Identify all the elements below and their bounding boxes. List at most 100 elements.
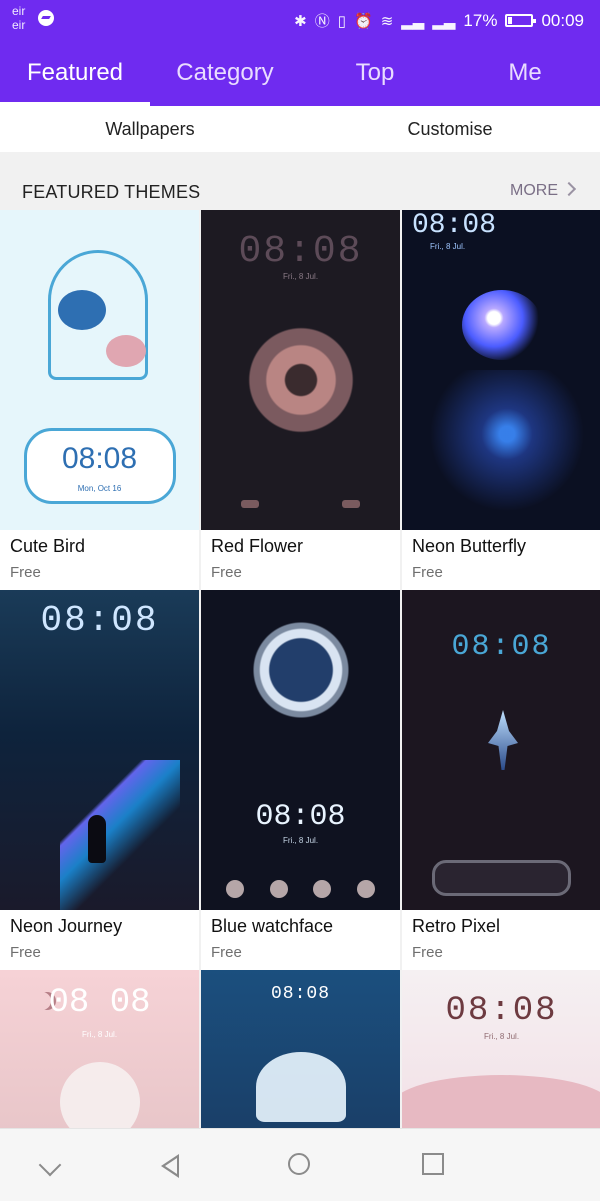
theme-card[interactable]: 08:08 Fri., 8 Jul. Red Flower Free — [201, 210, 400, 590]
carrier-line: eir — [12, 18, 26, 32]
theme-name: Red Flower — [211, 536, 304, 556]
theme-name: Blue watchface — [211, 916, 334, 936]
theme-thumbnail[interactable]: 08:08 Fri., 8 Jul. — [402, 210, 600, 530]
chevron-down-icon[interactable] — [36, 1151, 66, 1181]
theme-thumbnail[interactable]: 08:08 — [201, 970, 400, 1132]
thumbnail-clock: 08:08 — [445, 992, 558, 1030]
theme-price: Free — [211, 564, 242, 581]
tab-label: Category — [176, 59, 274, 86]
thumbnail-date: Fri., 8 Jul. — [282, 836, 319, 845]
alarm-icon: ⏰ — [354, 12, 373, 30]
tab-me[interactable]: Me — [450, 40, 600, 106]
top-tabs: Featured Category Top Me — [0, 40, 600, 106]
nfc-icon: Ⓝ — [314, 13, 330, 30]
thumbnail-date: Mon, Oct 16 — [77, 484, 122, 493]
carrier: eir eir — [12, 4, 25, 32]
battery-icon — [505, 14, 537, 27]
theme-name: Neon Butterfly — [412, 536, 527, 556]
theme-card[interactable]: 08:08 Fri., 8 Jul. Blue watchface Free — [201, 590, 400, 970]
lotus-art — [256, 1052, 346, 1122]
theme-thumbnail[interactable]: 08:08 — [0, 590, 199, 910]
spaceship-art — [488, 710, 518, 770]
battery-percent: 17% — [463, 10, 498, 30]
theme-thumbnail[interactable]: 08:08 Mon, Oct 16 — [0, 210, 199, 530]
lockscreen-shortcuts — [226, 880, 375, 900]
thumbnail-clock: 08:08 — [40, 600, 159, 641]
recent-apps-icon[interactable] — [420, 1151, 450, 1181]
thumbnail-date: Fri., 8 Jul. — [483, 1032, 520, 1041]
clock: 00:09 — [541, 10, 584, 30]
thumbnail-clock: 08 08 — [48, 984, 151, 1022]
tab-label: Featured — [26, 59, 124, 86]
bluetooth-icon: ✱ — [294, 12, 307, 30]
theme-name: Retro Pixel — [412, 916, 501, 936]
sub-tabs: Wallpapers Customise — [0, 106, 600, 153]
featured-themes-header: FEATURED THEMES MORE — [0, 152, 600, 208]
thumbnail-date: Fri., 8 Jul. — [430, 242, 466, 251]
signal-icon: ▂▃ — [432, 12, 456, 30]
tab-featured[interactable]: Featured — [0, 40, 150, 106]
messenger-icon — [38, 10, 54, 26]
thumbnail-clock: 08:08 — [61, 442, 138, 475]
theme-card[interactable]: 08:08 Fri., 8 Jul. Neon Butterfly Free — [402, 210, 600, 590]
theme-name: Neon Journey — [10, 916, 123, 936]
tab-category[interactable]: Category — [150, 40, 300, 106]
tab-label: Me — [508, 59, 542, 86]
subtab-wallpapers[interactable]: Wallpapers — [0, 106, 300, 152]
thumbnail-clock: 08:08 — [451, 630, 552, 664]
status-right: ✱ Ⓝ ▯ ⏰ ≋ ▂▃ ▂▃ 17% 00:09 — [294, 10, 584, 31]
theme-price: Free — [412, 564, 443, 581]
person-art — [88, 815, 106, 863]
theme-card[interactable]: 08 08 Fri., 8 Jul. — [0, 970, 199, 1132]
theme-card[interactable]: 08:08 Fri., 8 Jul. — [402, 970, 600, 1132]
theme-price: Free — [412, 944, 443, 961]
tab-top[interactable]: Top — [300, 40, 450, 106]
subtab-label: Customise — [407, 118, 493, 139]
vibrate-icon: ▯ — [337, 12, 346, 30]
theme-card[interactable]: 08:08 Neon Journey Free — [0, 590, 199, 970]
bird-art — [58, 290, 106, 330]
more-link[interactable]: MORE — [510, 181, 577, 200]
butterfly-art — [462, 290, 542, 360]
tab-label: Top — [355, 59, 395, 86]
bird-art — [106, 335, 146, 367]
flower-art — [241, 320, 361, 440]
thumbnail-clock: 08:08 — [255, 800, 346, 834]
signal-icon: ▂▃ — [401, 12, 425, 30]
theme-card[interactable]: 08:08 Retro Pixel Free — [402, 590, 600, 970]
theme-thumbnail[interactable]: 08:08 — [402, 590, 600, 910]
theme-card[interactable]: 08:08 — [201, 970, 400, 1132]
subtab-label: Wallpapers — [105, 118, 195, 139]
themes-grid: 08:08 Mon, Oct 16 Cute Bird Free 08:08 F… — [0, 210, 600, 1132]
thumbnail-clock: 08:08 — [270, 984, 330, 1004]
theme-thumbnail[interactable]: 08:08 Fri., 8 Jul. — [402, 970, 600, 1132]
carrier-line: eir — [12, 4, 26, 18]
theme-price: Free — [10, 564, 41, 581]
wave-art — [402, 1075, 600, 1132]
theme-price: Free — [211, 944, 242, 961]
theme-price: Free — [10, 944, 41, 961]
subtab-customise[interactable]: Customise — [300, 106, 600, 152]
section-title: FEATURED THEMES — [22, 182, 201, 202]
theme-thumbnail[interactable]: 08 08 Fri., 8 Jul. — [0, 970, 199, 1132]
theme-thumbnail[interactable]: 08:08 Fri., 8 Jul. — [201, 590, 400, 910]
river-art — [60, 760, 180, 910]
thumbnail-date: Fri., 8 Jul. — [81, 1030, 118, 1039]
thumbnail-date: Fri., 8 Jul. — [282, 272, 319, 281]
status-bar: eir eir ✱ Ⓝ ▯ ⏰ ≋ ▂▃ ▂▃ 17% 00:09 — [0, 0, 600, 40]
chevron-right-icon — [561, 181, 577, 197]
theme-card[interactable]: 08:08 Mon, Oct 16 Cute Bird Free — [0, 210, 199, 590]
more-label: MORE — [510, 182, 558, 199]
sun-art — [60, 1062, 140, 1132]
theme-thumbnail[interactable]: 08:08 Fri., 8 Jul. — [201, 210, 400, 530]
theme-name: Cute Bird — [10, 536, 86, 556]
thumbnail-clock: 08:08 — [238, 230, 363, 273]
lockscreen-shortcuts — [241, 500, 360, 510]
thumbnail-clock: 08:08 — [412, 210, 497, 241]
home-icon[interactable] — [286, 1151, 316, 1181]
pacman-bar-art — [432, 860, 571, 896]
watch-dial-art — [246, 615, 356, 725]
glow-art — [422, 370, 592, 530]
back-icon[interactable] — [154, 1151, 184, 1181]
wifi-icon: ≋ — [380, 12, 394, 30]
